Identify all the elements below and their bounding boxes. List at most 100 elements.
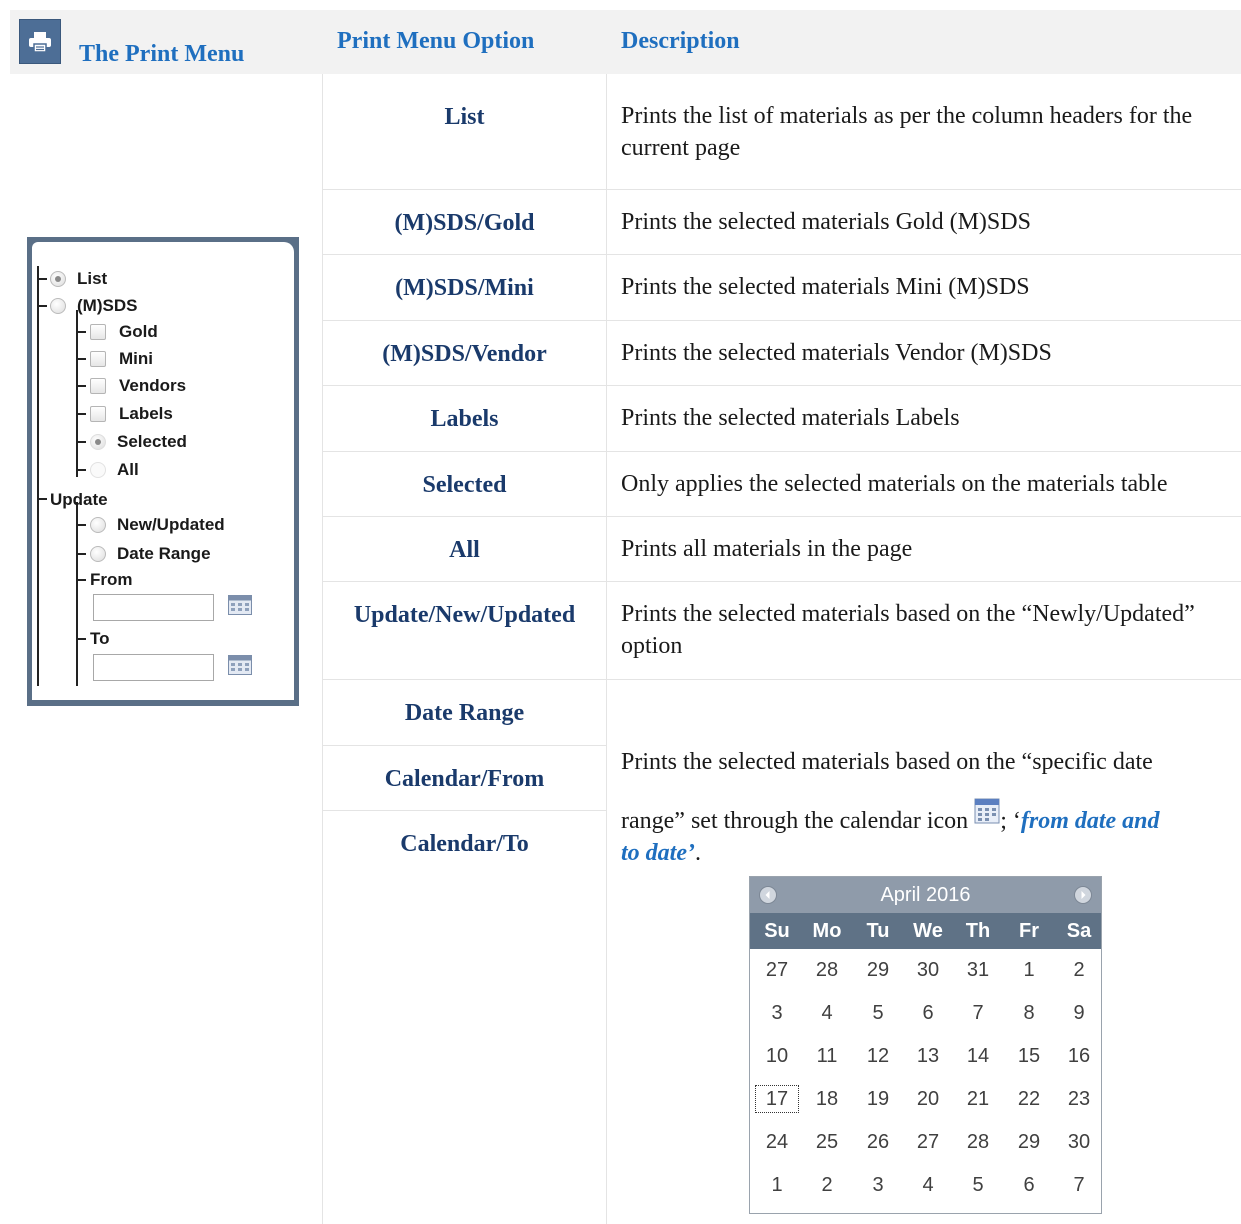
all-label: All (117, 460, 139, 479)
table-row: Calendar/To (323, 811, 606, 876)
vendors-checkbox[interactable] (90, 378, 106, 394)
tree-line (78, 385, 86, 387)
calendar-day[interactable]: 13 (903, 1039, 953, 1073)
calendar-day[interactable]: 12 (853, 1039, 903, 1073)
calendar-day[interactable]: 3 (752, 996, 802, 1030)
from-label: From (90, 570, 133, 589)
tree-line (78, 331, 86, 333)
mini-checkbox[interactable] (90, 351, 106, 367)
to-date-input[interactable] (93, 654, 214, 681)
option-description: Prints the selected materials Vendor (M)… (621, 340, 1052, 366)
calendar-day[interactable]: 22 (1004, 1082, 1054, 1116)
table-row: Update/New/Updated Prints the selected m… (323, 582, 1241, 680)
calendar-icon (974, 798, 1000, 824)
msds-radio[interactable] (50, 298, 66, 314)
all-radio[interactable] (90, 462, 106, 478)
calendar-day[interactable]: 18 (802, 1082, 852, 1116)
print-menu-tree: List (M)SDS Gold Mini Vendors Labels Sel… (32, 242, 294, 700)
calendar-day[interactable]: 9 (1054, 996, 1104, 1030)
calendar-day[interactable]: 1 (752, 1168, 802, 1202)
new-updated-option[interactable]: New/Updated (90, 514, 225, 536)
calendar-day[interactable]: 14 (953, 1039, 1003, 1073)
weekday-label: Th (965, 920, 991, 942)
calendar-day[interactable]: 19 (853, 1082, 903, 1116)
date-range-radio[interactable] (90, 546, 106, 562)
gold-checkbox[interactable] (90, 324, 106, 340)
date-range-description: Prints the selected materials based on t… (621, 746, 1233, 869)
table-row: Calendar/From (323, 746, 606, 811)
weekday-label: Su (764, 920, 790, 942)
calendar-day[interactable]: 29 (853, 953, 903, 987)
calendar-day[interactable]: 10 (752, 1039, 802, 1073)
calendar-day[interactable]: 7 (953, 996, 1003, 1030)
all-option[interactable]: All (90, 459, 139, 481)
selected-radio[interactable] (90, 434, 106, 450)
calendar-day[interactable]: 30 (903, 953, 953, 987)
calendar-day[interactable]: 2 (802, 1168, 852, 1202)
new-updated-radio[interactable] (90, 517, 106, 533)
selected-option[interactable]: Selected (90, 431, 187, 453)
date-desc-emphasis: from date and (1020, 808, 1160, 834)
calendar-day[interactable]: 5 (853, 996, 903, 1030)
calendar-day[interactable]: 28 (953, 1125, 1003, 1159)
labels-checkbox[interactable] (90, 406, 106, 422)
calendar-day[interactable]: 6 (1004, 1168, 1054, 1202)
from-date-input[interactable] (93, 594, 214, 621)
date-range-option[interactable]: Date Range (90, 543, 211, 565)
calendar-day[interactable]: 8 (1004, 996, 1054, 1030)
mini-option[interactable]: Mini (90, 348, 153, 370)
to-calendar-icon[interactable] (228, 655, 252, 675)
vendors-label: Vendors (119, 376, 187, 395)
weekday-label: Mo (812, 920, 842, 942)
calendar-weekday-row: Su Mo Tu We Th Fr Sa (750, 913, 1101, 949)
tree-line (78, 524, 86, 526)
labels-option[interactable]: Labels (90, 403, 173, 425)
calendar-day[interactable]: 27 (752, 953, 802, 987)
calendar-day[interactable]: 30 (1054, 1125, 1104, 1159)
calendar-day[interactable]: 2 (1054, 953, 1104, 987)
column-header-description: Description (621, 28, 740, 54)
option-description: Only applies the selected materials on t… (621, 471, 1168, 497)
from-calendar-icon[interactable] (228, 595, 252, 615)
calendar-day[interactable]: 20 (903, 1082, 953, 1116)
calendar-day[interactable]: 6 (903, 996, 953, 1030)
tree-line (39, 278, 47, 280)
date-desc-separator: ; ‘ (1000, 808, 1021, 834)
weekday-label: We (913, 920, 943, 942)
calendar-day[interactable]: 11 (802, 1039, 852, 1073)
column-header-option: Print Menu Option (337, 28, 535, 54)
option-label: Calendar/To (400, 831, 529, 857)
calendar-day[interactable]: 21 (953, 1082, 1003, 1116)
calendar-day[interactable]: 3 (853, 1168, 903, 1202)
calendar-day[interactable]: 4 (903, 1168, 953, 1202)
calendar-widget: April 2016 Su Mo Tu We Th Fr Sa 27 28 29 30 31 1 2 3 4… (749, 876, 1102, 1214)
print-button[interactable] (19, 19, 61, 64)
next-month-button[interactable] (1074, 886, 1092, 904)
calendar-day[interactable]: 4 (802, 996, 852, 1030)
list-radio[interactable] (50, 271, 66, 287)
vendors-option[interactable]: Vendors (90, 375, 186, 397)
printer-icon (29, 31, 51, 53)
calendar-day[interactable]: 7 (1054, 1168, 1104, 1202)
tree-line (76, 502, 78, 686)
calendar-day[interactable]: 28 (802, 953, 852, 987)
calendar-day[interactable]: 1 (1004, 953, 1054, 987)
calendar-day[interactable]: 29 (1004, 1125, 1054, 1159)
calendar-day[interactable]: 26 (853, 1125, 903, 1159)
gold-option[interactable]: Gold (90, 321, 158, 343)
calendar-day[interactable]: 17 (752, 1082, 802, 1116)
tree-line (78, 579, 86, 581)
table-row: Date Range (323, 680, 606, 746)
calendar-day[interactable]: 25 (802, 1125, 852, 1159)
calendar-day[interactable]: 24 (752, 1125, 802, 1159)
calendar-day[interactable]: 5 (953, 1168, 1003, 1202)
table-row: List Prints the list of materials as per… (323, 74, 1241, 190)
msds-option[interactable]: (M)SDS (50, 295, 137, 317)
calendar-day[interactable]: 23 (1054, 1082, 1104, 1116)
calendar-day[interactable]: 31 (953, 953, 1003, 987)
calendar-day[interactable]: 15 (1004, 1039, 1054, 1073)
calendar-day[interactable]: 16 (1054, 1039, 1104, 1073)
calendar-day[interactable]: 27 (903, 1125, 953, 1159)
list-option[interactable]: List (50, 268, 107, 290)
date-desc-end: . (694, 840, 701, 866)
